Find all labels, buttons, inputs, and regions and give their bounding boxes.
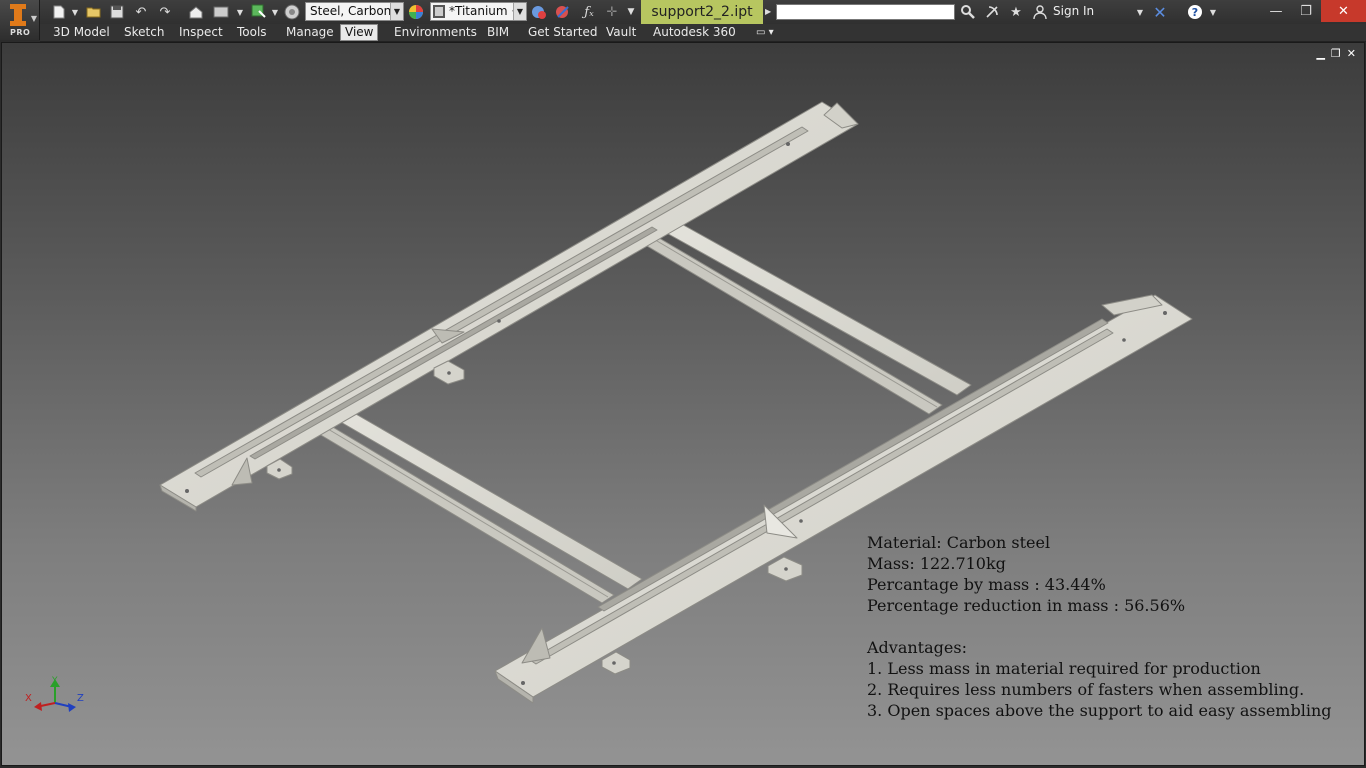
redo-icon[interactable]: ↷ [155, 3, 175, 21]
chevron-down-icon[interactable]: ▼ [31, 14, 37, 23]
parameters-icon[interactable]: ƒₓ [578, 3, 600, 21]
application-menu-button[interactable]: PRO ▼ [0, 0, 40, 40]
undo-icon[interactable]: ↶ [131, 3, 151, 21]
customize-quick-access-icon[interactable]: ▼ [624, 3, 638, 21]
close-icon[interactable]: ✕ [1321, 0, 1366, 22]
advantage-item: 1. Less mass in material required for pr… [867, 659, 1261, 678]
inventor-logo-icon [10, 4, 26, 26]
window-controls: — ❐ ✕ [1261, 0, 1366, 22]
tab-tools[interactable]: Tools [233, 25, 271, 40]
restore-icon[interactable]: ❐ [1291, 0, 1321, 22]
mass-note: Mass: 122.710kg [867, 554, 1006, 573]
material-select[interactable]: Steel, Carbon ▼ [305, 2, 404, 21]
chevron-down-icon[interactable]: ▼ [513, 3, 526, 20]
search-icon[interactable] [958, 3, 978, 21]
cross-member-back [641, 216, 972, 415]
advantages-heading: Advantages: [867, 638, 967, 657]
chevron-down-icon[interactable]: ▼ [70, 3, 80, 21]
search-input[interactable] [776, 4, 955, 20]
appearance-icon[interactable] [406, 3, 426, 21]
x-exchange-icon[interactable]: ✕ [1150, 3, 1170, 22]
clear-appearance-icon[interactable] [529, 3, 549, 21]
cross-member-front [308, 401, 643, 604]
design-notes: Material: Carbon steel Mass: 122.710kg P… [867, 532, 1347, 721]
select-icon[interactable] [248, 3, 270, 21]
graphics-viewport[interactable]: ▁ ❐ ✕ Material: Carbon steel Mass: 122.7… [1, 42, 1365, 766]
ribbon-display-options-icon[interactable]: ▭ ▾ [752, 25, 778, 40]
tab-manage[interactable]: Manage [282, 25, 338, 40]
material-select-value: Steel, Carbon [310, 4, 392, 18]
update-icon[interactable] [210, 3, 234, 21]
document-tab[interactable]: support2_2.ipt [641, 0, 763, 24]
chevron-right-icon[interactable]: ▶ [765, 0, 775, 24]
tab-autodesk-360[interactable]: Autodesk 360 [649, 25, 740, 40]
svg-text:?: ? [1192, 6, 1198, 19]
chevron-down-icon[interactable]: ▼ [235, 3, 245, 21]
material-icon[interactable] [283, 3, 301, 21]
tab-get-started[interactable]: Get Started [524, 25, 602, 40]
sign-in-link[interactable]: Sign In [1053, 4, 1094, 18]
percent-by-mass-note: Percantage by mass : 43.44% [867, 575, 1106, 594]
tab-3d-model[interactable]: 3D Model [49, 25, 114, 40]
material-note: Material: Carbon steel [867, 533, 1051, 552]
edition-badge: PRO [10, 28, 31, 37]
chevron-down-icon[interactable]: ▼ [390, 3, 403, 20]
z-axis-label: Z [77, 693, 84, 704]
measure-icon[interactable]: ✛ [602, 3, 622, 21]
title-bar: PRO ▼ ▼ ↶ ↷ ▼ ▼ Steel, Carbon ▼ *Titaniu… [0, 0, 1366, 40]
user-icon[interactable] [1030, 3, 1050, 21]
adjust-appearance-icon[interactable] [553, 3, 573, 21]
chevron-down-icon[interactable]: ▼ [1134, 3, 1146, 21]
advantage-item: 2. Requires less numbers of fasters when… [867, 680, 1305, 699]
chevron-down-icon[interactable]: ▼ [270, 3, 280, 21]
tab-vault[interactable]: Vault [602, 25, 640, 40]
favorites-icon[interactable]: ★ [1006, 3, 1026, 21]
new-file-icon[interactable] [48, 3, 70, 21]
home-icon[interactable] [186, 3, 206, 21]
appearance-select-value: *Titanium · [449, 4, 516, 18]
axis-triad-icon: X Y Z [25, 676, 84, 712]
tab-bim[interactable]: BIM [483, 25, 513, 40]
tab-environments[interactable]: Environments [390, 25, 481, 40]
save-icon[interactable] [107, 3, 127, 21]
appearance-swatch-icon [433, 5, 445, 18]
ribbon-tabs: 3D Model Sketch Inspect Tools Manage Vie… [40, 24, 1366, 42]
tab-sketch[interactable]: Sketch [120, 25, 168, 40]
y-axis-label: Y [51, 676, 58, 686]
help-icon[interactable]: ? [1185, 3, 1205, 21]
minimize-icon[interactable]: — [1261, 0, 1291, 22]
tab-view[interactable]: View [340, 24, 379, 41]
tab-inspect[interactable]: Inspect [175, 25, 227, 40]
appearance-select[interactable]: *Titanium · ▼ [430, 2, 527, 21]
chevron-down-icon[interactable]: ▼ [1207, 3, 1219, 21]
x-axis-label: X [25, 693, 32, 704]
advantage-item: 3. Open spaces above the support to aid … [867, 701, 1332, 720]
comm-center-icon[interactable] [982, 3, 1002, 21]
open-icon[interactable] [84, 3, 104, 21]
percent-reduction-note: Percentage reduction in mass : 56.56% [867, 596, 1186, 615]
